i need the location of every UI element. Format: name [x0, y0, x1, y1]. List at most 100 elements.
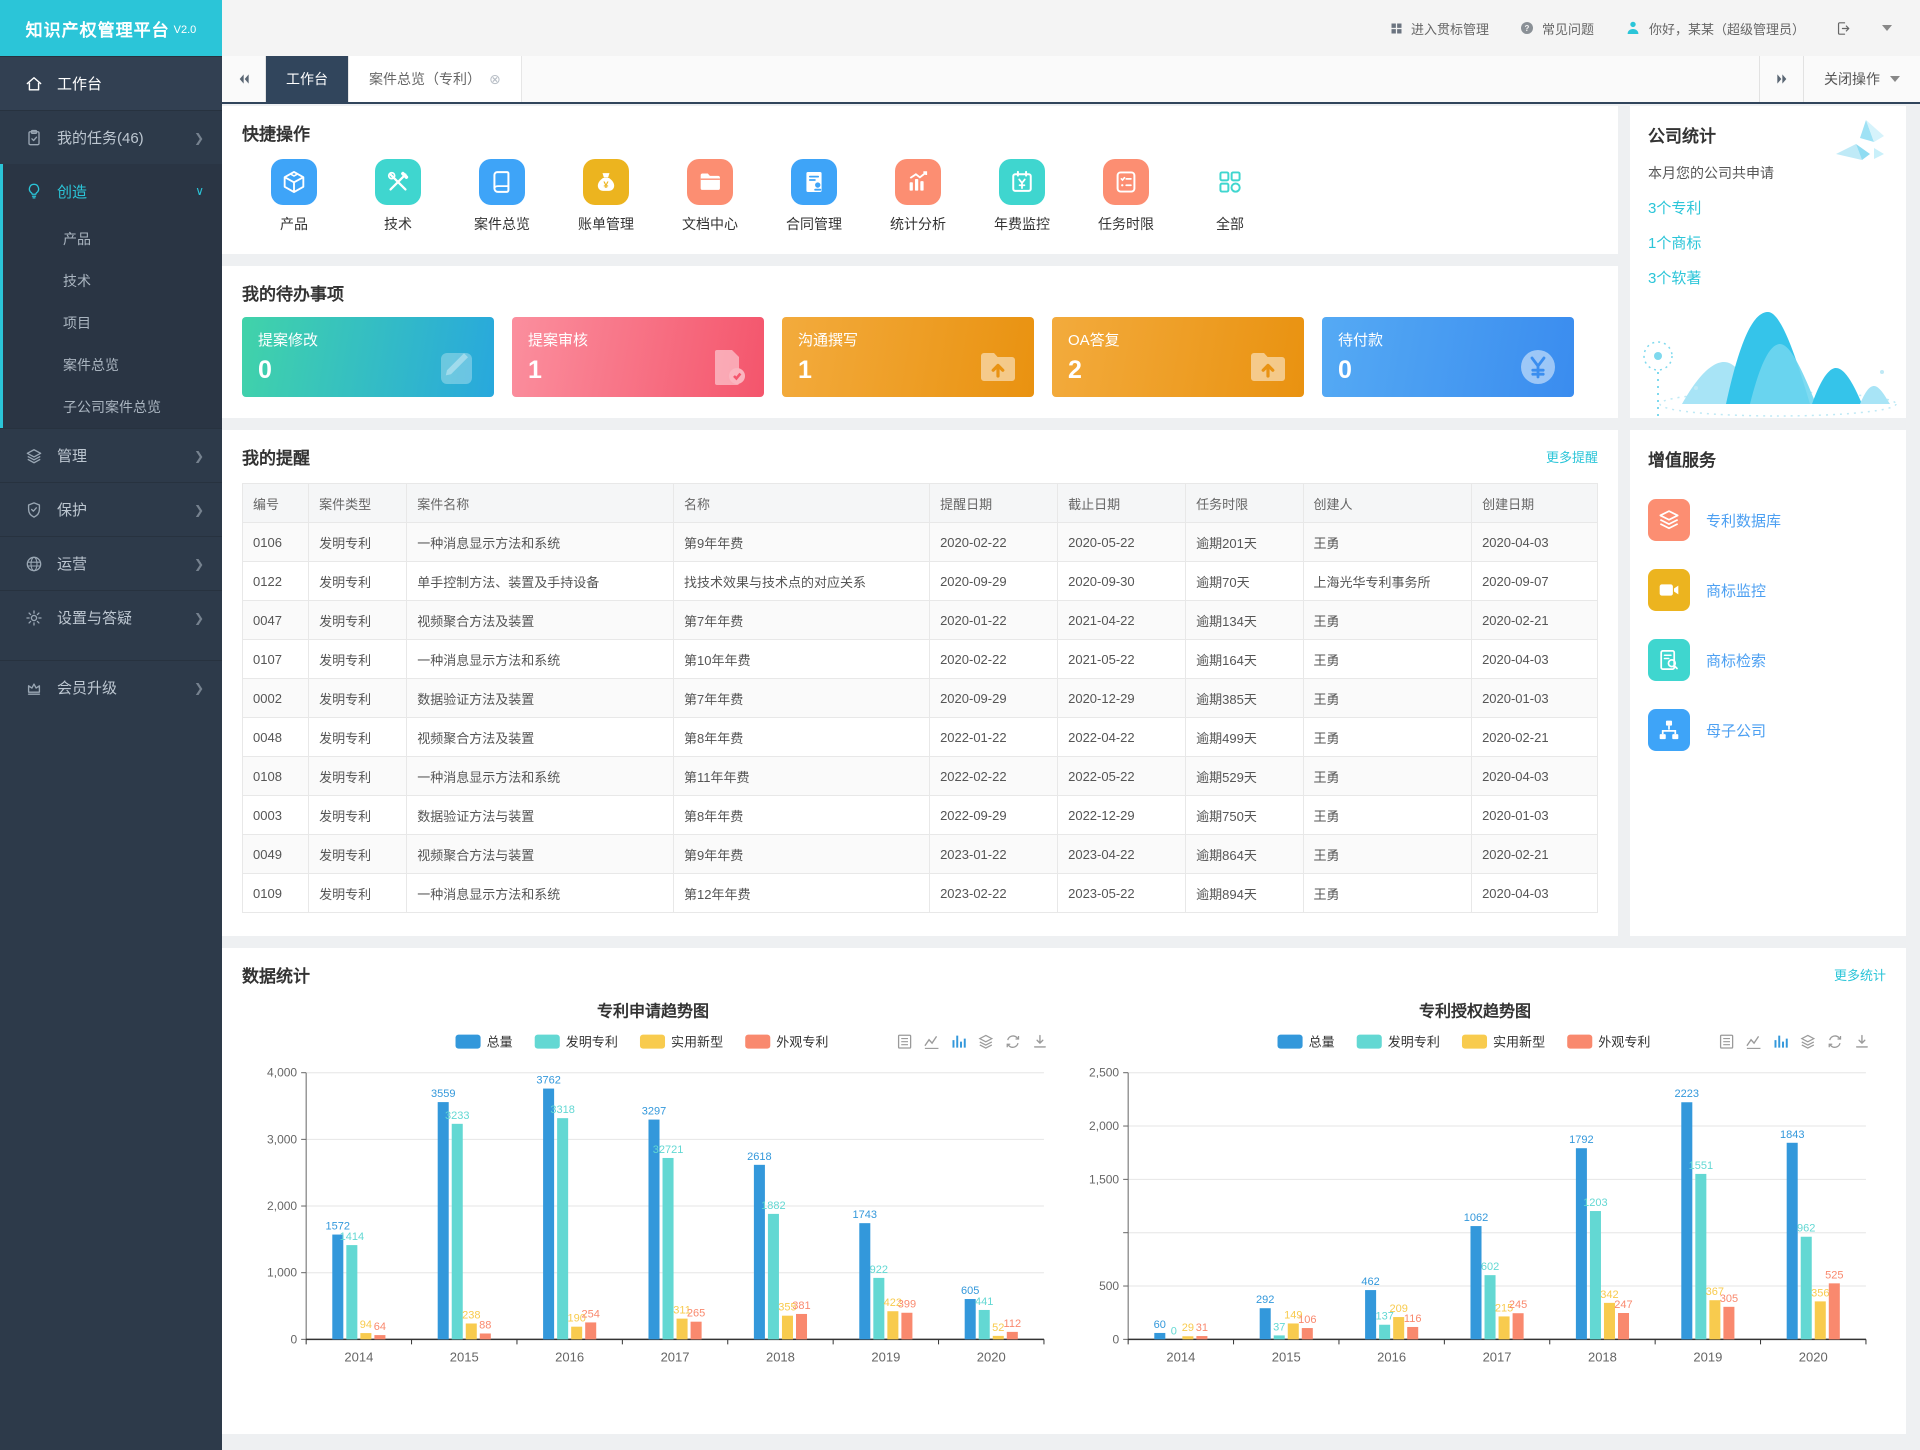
tabs-scroll-left-button[interactable] [222, 56, 266, 102]
service-item-商标监控[interactable]: 商标监控 [1648, 569, 1888, 611]
bar-chart-icon[interactable] [953, 1036, 964, 1048]
table-row[interactable]: 0109发明专利一种消息显示方法和系统第12年年费2023-02-222023-… [243, 874, 1598, 913]
legend-label[interactable]: 实用新型 [671, 1035, 723, 1050]
bar-chart-icon[interactable] [1775, 1036, 1786, 1048]
legend-swatch[interactable] [1357, 1035, 1382, 1049]
bar-外观专利-2018[interactable] [796, 1314, 807, 1339]
quick-action-任务时限[interactable]: 任务时限 [1074, 159, 1178, 234]
bar-外观专利-2014[interactable] [1196, 1336, 1207, 1339]
legend-swatch[interactable] [1278, 1035, 1303, 1049]
bar-实用新型-2014[interactable] [360, 1333, 371, 1339]
table-row[interactable]: 0047发明专利视频聚合方法及装置第7年年费2020-01-222021-04-… [243, 601, 1598, 640]
bar-外观专利-2016[interactable] [1407, 1327, 1418, 1339]
bar-实用新型-2019[interactable] [1709, 1300, 1720, 1339]
todo-card-OA答复[interactable]: OA答复2 [1052, 317, 1304, 397]
bar-外观专利-2019[interactable] [901, 1313, 912, 1340]
bar-实用新型-2020[interactable] [993, 1336, 1004, 1339]
bar-实用新型-2016[interactable] [1393, 1317, 1404, 1339]
sidebar-subitem-技术[interactable]: 技术 [3, 260, 222, 302]
bar-外观专利-2020[interactable] [1007, 1332, 1018, 1339]
quick-action-统计分析[interactable]: 统计分析 [866, 159, 970, 234]
legend-swatch[interactable] [745, 1035, 770, 1049]
todo-card-待付款[interactable]: 待付款0 [1322, 317, 1574, 397]
bar-总量-2018[interactable] [754, 1165, 765, 1340]
bar-发明专利-2016[interactable] [1379, 1325, 1390, 1340]
quick-action-年费监控[interactable]: 年费监控 [970, 159, 1074, 234]
tab-案件总览（专利）[interactable]: 案件总览（专利）⊗ [349, 56, 522, 102]
faq-link[interactable]: ? 常见问题 [1519, 19, 1594, 38]
restore-icon[interactable] [1829, 1036, 1840, 1047]
sidebar-item-创造[interactable]: 创造∨ [3, 164, 222, 218]
download-icon[interactable] [1035, 1036, 1046, 1047]
service-item-商标检索[interactable]: 商标检索 [1648, 639, 1888, 681]
bar-外观专利-2020[interactable] [1829, 1283, 1840, 1339]
bar-外观专利-2014[interactable] [374, 1335, 385, 1339]
table-row[interactable]: 0108发明专利一种消息显示方法和系统第11年年费2022-02-222022-… [243, 757, 1598, 796]
company-stat-link-1个商标[interactable]: 1个商标 [1648, 232, 1888, 253]
close-operations-dropdown[interactable]: 关闭操作 [1803, 56, 1920, 102]
todo-card-提案修改[interactable]: 提案修改0 [242, 317, 494, 397]
bar-总量-2019[interactable] [1681, 1102, 1692, 1339]
header-dropdown-caret[interactable] [1882, 25, 1892, 31]
legend-label[interactable]: 发明专利 [1388, 1035, 1440, 1050]
tabs-scroll-right-button[interactable] [1759, 56, 1803, 102]
user-menu[interactable]: 你好，某某（超级管理员） [1624, 19, 1805, 38]
sidebar-item-会员升级[interactable]: 会员升级❯ [0, 660, 222, 714]
legend-label[interactable]: 实用新型 [1493, 1035, 1545, 1050]
sidebar-subitem-项目[interactable]: 项目 [3, 302, 222, 344]
sidebar-subitem-产品[interactable]: 产品 [3, 218, 222, 260]
legend-swatch[interactable] [535, 1035, 560, 1049]
bar-外观专利-2015[interactable] [480, 1333, 491, 1339]
sidebar-item-运营[interactable]: 运营❯ [0, 536, 222, 590]
line-chart-icon[interactable] [925, 1036, 939, 1048]
company-stat-link-3个专利[interactable]: 3个专利 [1648, 197, 1888, 218]
service-item-母子公司[interactable]: 母子公司 [1648, 709, 1888, 751]
bar-发明专利-2015[interactable] [1274, 1335, 1285, 1339]
sidebar-item-工作台[interactable]: 工作台 [0, 56, 222, 110]
tab-close-icon[interactable]: ⊗ [489, 72, 501, 86]
bar-发明专利-2018[interactable] [768, 1214, 779, 1339]
legend-swatch[interactable] [456, 1035, 481, 1049]
bar-实用新型-2014[interactable] [1182, 1336, 1193, 1339]
data-view-icon[interactable] [899, 1035, 911, 1048]
legend-label[interactable]: 总量 [487, 1035, 513, 1050]
quick-action-合同管理[interactable]: 合同管理 [762, 159, 866, 234]
quick-action-产品[interactable]: 产品 [242, 159, 346, 234]
restore-icon[interactable] [1007, 1036, 1018, 1047]
bar-外观专利-2019[interactable] [1723, 1307, 1734, 1340]
tab-工作台[interactable]: 工作台 [266, 56, 349, 102]
table-row[interactable]: 0048发明专利视频聚合方法及装置第8年年费2022-01-222022-04-… [243, 718, 1598, 757]
bar-实用新型-2016[interactable] [571, 1327, 582, 1340]
legend-label[interactable]: 总量 [1309, 1035, 1335, 1050]
bar-发明专利-2016[interactable] [557, 1118, 568, 1339]
sidebar-item-我的任务(46)[interactable]: 我的任务(46)❯ [0, 110, 222, 164]
bar-发明专利-2017[interactable] [663, 1158, 674, 1339]
todo-card-提案审核[interactable]: 提案审核1 [512, 317, 764, 397]
bar-发明专利-2018[interactable] [1590, 1211, 1601, 1339]
bar-总量-2020[interactable] [1787, 1143, 1798, 1340]
bar-总量-2014[interactable] [332, 1235, 343, 1340]
bar-实用新型-2019[interactable] [887, 1311, 898, 1339]
bar-总量-2014[interactable] [1154, 1333, 1165, 1339]
sidebar-item-管理[interactable]: 管理❯ [0, 428, 222, 482]
bar-总量-2015[interactable] [438, 1102, 449, 1339]
bar-外观专利-2016[interactable] [585, 1322, 596, 1339]
bar-总量-2019[interactable] [859, 1223, 870, 1339]
bar-外观专利-2018[interactable] [1618, 1313, 1629, 1339]
more-reminders-link[interactable]: 更多提醒 [1546, 447, 1598, 466]
download-icon[interactable] [1857, 1036, 1868, 1047]
legend-label[interactable]: 外观专利 [1598, 1035, 1650, 1050]
bar-发明专利-2019[interactable] [1695, 1174, 1706, 1339]
bar-外观专利-2017[interactable] [1513, 1313, 1524, 1339]
table-row[interactable]: 0049发明专利视频聚合方法与装置第9年年费2023-01-222023-04-… [243, 835, 1598, 874]
quick-action-账单管理[interactable]: ¥账单管理 [554, 159, 658, 234]
bar-实用新型-2017[interactable] [677, 1319, 688, 1340]
bar-外观专利-2017[interactable] [691, 1322, 702, 1340]
bar-发明专利-2014[interactable] [346, 1245, 357, 1339]
service-item-专利数据库[interactable]: 专利数据库 [1648, 499, 1888, 541]
sidebar-item-保护[interactable]: 保护❯ [0, 482, 222, 536]
table-row[interactable]: 0106发明专利一种消息显示方法和系统第9年年费2020-02-222020-0… [243, 523, 1598, 562]
quick-action-文档中心[interactable]: 文档中心 [658, 159, 762, 234]
todo-card-沟通撰写[interactable]: 沟通撰写1 [782, 317, 1034, 397]
bar-实用新型-2017[interactable] [1499, 1316, 1510, 1339]
